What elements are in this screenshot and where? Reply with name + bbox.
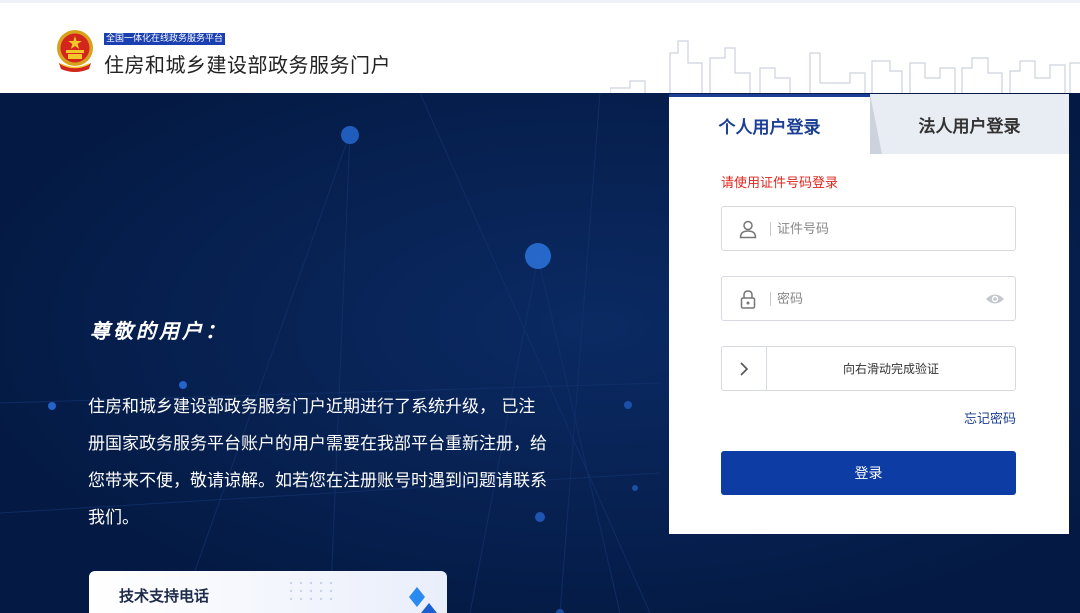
forgot-password-link[interactable]: 忘记密码 [964,408,1016,427]
id-number-input[interactable] [777,215,977,243]
login-button[interactable]: 登录 [721,451,1016,495]
slide-verification[interactable]: 向右滑动完成验证 [721,346,1016,391]
site-header: 全国一体化在线政务服务平台 住房和城乡建设部政务服务门户 [0,0,1080,93]
support-title: 技术支持电话 [119,587,210,605]
support-card: 技术支持电话 [89,571,447,613]
password-field[interactable] [721,276,1016,321]
tab-personal-user-login[interactable]: 个人用户登录 [669,94,870,154]
field-separator [770,292,771,306]
login-panel: 法人用户登录 个人用户登录 请使用证件号码登录 证件号码 向右滑动完成验证 忘记… [669,94,1069,534]
skyline-decoration [610,40,1080,93]
portal-title[interactable]: 住房和城乡建设部政务服务门户 [104,49,391,78]
password-input[interactable] [777,285,977,313]
field-separator [770,222,771,236]
national-emblem-icon [57,30,93,72]
diamond-icon [409,587,437,613]
lock-icon [740,290,756,309]
slider-handle[interactable] [722,347,767,390]
chevron-right-icon [740,361,749,376]
greeting-heading: 尊敬的用户： [90,319,228,343]
tab-notch-decoration [870,94,882,154]
slider-instruction: 向右滑动完成验证 [842,362,939,376]
dots-decoration [289,581,333,601]
tab-legal-user-login[interactable]: 法人用户登录 [870,94,1069,154]
id-number-field[interactable] [721,206,1016,251]
eye-icon[interactable] [985,290,1005,308]
login-hint: 请使用证件号码登录 [721,176,839,191]
upgrade-notice: 住房和城乡建设部政务服务门户近期进行了系统升级， 已注册国家政务服务平台账户的用… [88,397,547,528]
platform-tag: 全国一体化在线政务服务平台 [104,33,226,45]
user-icon [739,220,757,239]
